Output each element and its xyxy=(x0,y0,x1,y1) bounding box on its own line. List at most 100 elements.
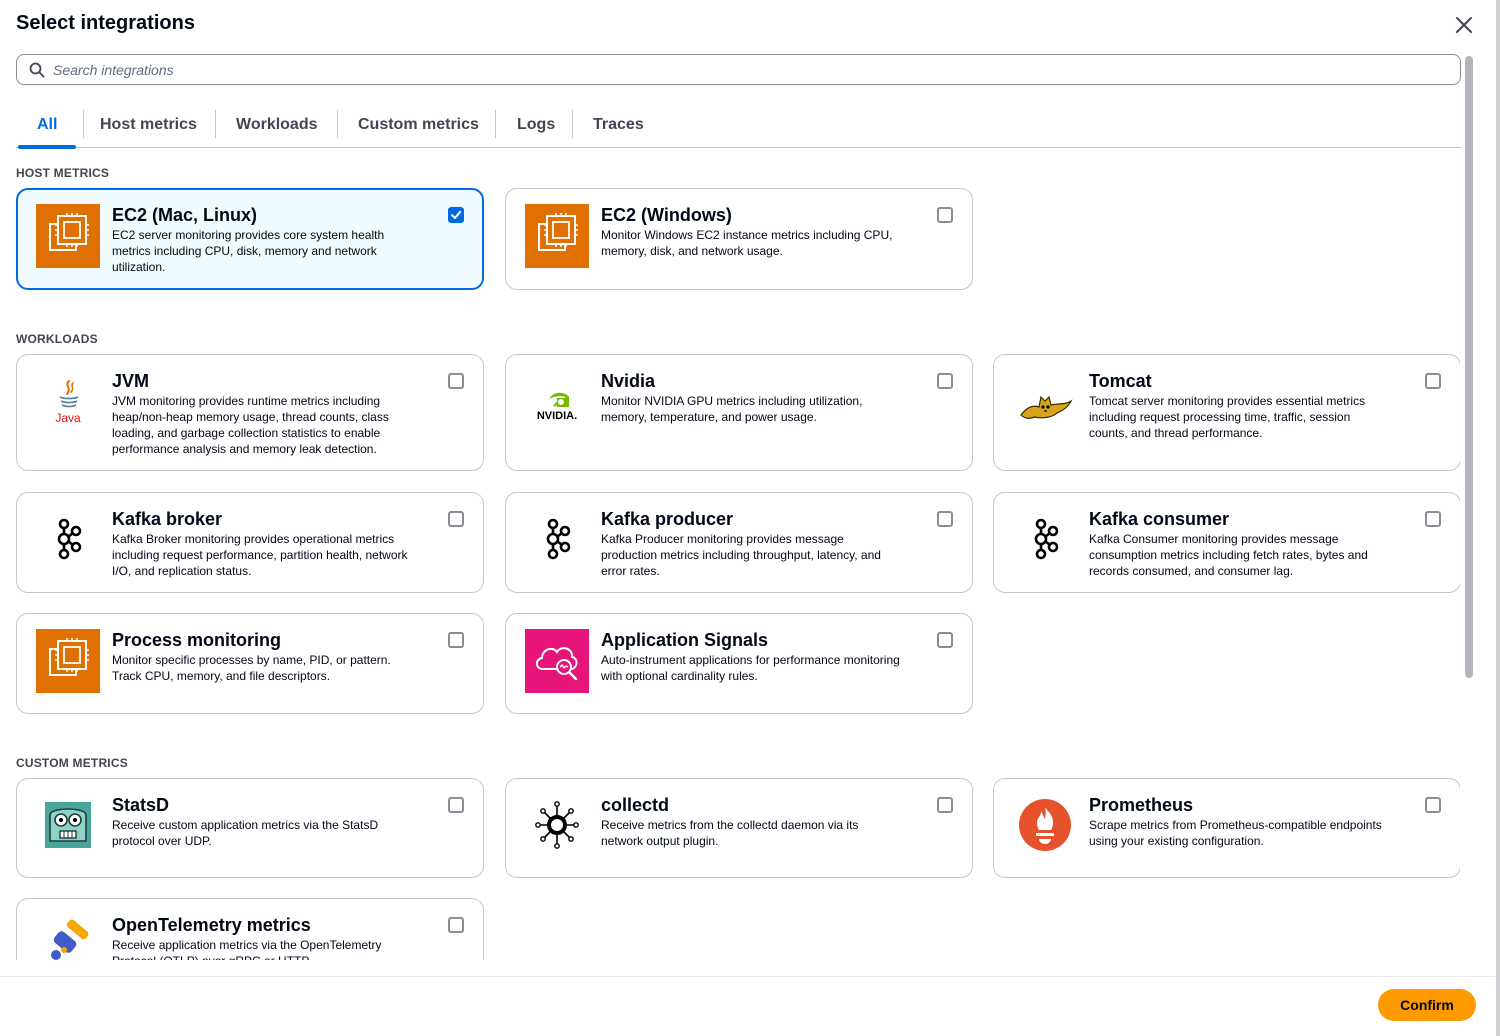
card-title: Kafka consumer xyxy=(1089,509,1230,529)
kafka-logo-icon xyxy=(36,507,100,571)
card-checkbox[interactable] xyxy=(448,207,464,223)
modal-title: Select integrations xyxy=(16,12,195,34)
tab-logs[interactable]: Logs xyxy=(496,103,576,147)
card-checkbox[interactable] xyxy=(448,632,464,648)
collectd-logo-icon xyxy=(525,793,589,857)
opentelemetry-logo-icon xyxy=(36,913,100,960)
card-description: JVM monitoring provides runtime metrics … xyxy=(112,394,389,456)
integration-card-kafka-consumer[interactable]: Kafka consumer Kafka Consumer monitoring… xyxy=(993,492,1460,593)
integration-card-tomcat[interactable]: Tomcat Tomcat server monitoring provides… xyxy=(993,354,1460,471)
svg-text:Java: Java xyxy=(55,411,81,425)
card-description: Auto-instrument applications for perform… xyxy=(601,653,900,683)
card-description: Receive metrics from the collectd daemon… xyxy=(601,818,859,848)
integration-card-kafka-producer[interactable]: Kafka producer Kafka Producer monitoring… xyxy=(505,492,973,593)
card-title: Nvidia xyxy=(601,371,656,391)
ec2-chip-icon xyxy=(36,204,100,268)
close-button[interactable] xyxy=(1451,12,1477,38)
card-title: Application Signals xyxy=(601,630,769,650)
modal-header: Select integrations xyxy=(0,0,1500,50)
select-integrations-modal: Select integrations All Host metrics Wor… xyxy=(0,0,1500,1036)
tab-label: Custom metrics xyxy=(358,116,479,133)
tab-traces[interactable]: Traces xyxy=(572,103,665,147)
card-checkbox[interactable] xyxy=(937,797,953,813)
tab-label: All xyxy=(37,116,58,133)
card-title: OpenTelemetry metrics xyxy=(112,915,311,935)
section-label-host-metrics: HOST METRICS xyxy=(16,166,110,180)
integration-card-jvm[interactable]: Java JVM JVM monitoring provides runtime… xyxy=(16,354,484,471)
card-checkbox[interactable] xyxy=(937,511,953,527)
tab-label: Host metrics xyxy=(100,116,197,133)
tab-label: Traces xyxy=(593,116,644,133)
window-edge xyxy=(1496,0,1500,1036)
integrations-list[interactable]: HOST METRICS EC2 (Mac, Linux) EC2 server… xyxy=(0,148,1460,960)
application-signals-icon xyxy=(525,629,589,693)
search-field[interactable] xyxy=(16,54,1461,85)
card-description: Monitor NVIDIA GPU metrics including uti… xyxy=(601,394,863,424)
tab-all[interactable]: All xyxy=(16,103,78,149)
card-description: Scrape metrics from Prometheus-compatibl… xyxy=(1089,818,1382,848)
search-input[interactable] xyxy=(53,58,1443,82)
integration-card-process-monitoring[interactable]: Process monitoring Monitor specific proc… xyxy=(16,613,484,714)
tab-host-metrics[interactable]: Host metrics xyxy=(79,103,218,147)
card-description: Monitor Windows EC2 instance metrics inc… xyxy=(601,228,893,258)
card-checkbox[interactable] xyxy=(448,373,464,389)
nvidia-logo-icon: NVIDIA. xyxy=(525,371,589,435)
java-logo-icon: Java xyxy=(36,371,100,435)
checkmark-icon xyxy=(451,210,462,219)
integration-card-statsd[interactable]: StatsD Receive custom application metric… xyxy=(16,778,484,878)
close-icon xyxy=(1456,17,1472,33)
integration-card-ec2-windows[interactable]: EC2 (Windows) Monitor Windows EC2 instan… xyxy=(505,188,973,290)
card-checkbox[interactable] xyxy=(1425,797,1441,813)
tab-custom-metrics[interactable]: Custom metrics xyxy=(337,103,500,147)
card-description: Tomcat server monitoring provides essent… xyxy=(1089,394,1366,440)
tab-label: Logs xyxy=(517,116,556,133)
card-title: collectd xyxy=(601,795,670,815)
integration-card-nvidia[interactable]: NVIDIA. Nvidia Monitor NVIDIA GPU metric… xyxy=(505,354,973,471)
integration-card-collectd[interactable]: collectd Receive metrics from the collec… xyxy=(505,778,973,878)
card-description: Monitor specific processes by name, PID,… xyxy=(112,653,391,683)
card-checkbox[interactable] xyxy=(1425,373,1441,389)
card-checkbox[interactable] xyxy=(448,511,464,527)
card-checkbox[interactable] xyxy=(448,797,464,813)
card-title: Kafka broker xyxy=(112,509,223,529)
tab-workloads[interactable]: Workloads xyxy=(215,103,339,147)
card-title: Kafka producer xyxy=(601,509,734,529)
card-description: EC2 server monitoring provides core syst… xyxy=(112,228,385,274)
card-description: Receive application metrics via the Open… xyxy=(112,938,382,960)
card-description: Kafka Producer monitoring provides messa… xyxy=(601,532,881,578)
card-title: JVM xyxy=(112,371,150,391)
card-title: EC2 (Windows) xyxy=(601,205,732,225)
search-icon xyxy=(29,62,45,78)
card-description: Kafka Consumer monitoring provides messa… xyxy=(1089,532,1368,578)
card-checkbox[interactable] xyxy=(1425,511,1441,527)
card-description: Receive custom application metrics via t… xyxy=(112,818,379,848)
prometheus-logo-icon xyxy=(1013,793,1077,857)
scrollbar-thumb[interactable] xyxy=(1465,56,1473,678)
card-title: StatsD xyxy=(112,795,170,815)
card-checkbox[interactable] xyxy=(937,632,953,648)
card-title: EC2 (Mac, Linux) xyxy=(112,205,258,225)
tomcat-logo-icon xyxy=(1013,371,1077,435)
ec2-chip-icon xyxy=(36,629,100,693)
ec2-chip-icon xyxy=(525,204,589,268)
integration-card-opentelemetry-metrics[interactable]: OpenTelemetry metrics Receive applicatio… xyxy=(16,898,484,960)
card-checkbox[interactable] xyxy=(448,917,464,933)
category-tabs: All Host metrics Workloads Custom metric… xyxy=(16,103,1461,149)
integration-card-prometheus[interactable]: Prometheus Scrape metrics from Prometheu… xyxy=(993,778,1460,878)
svg-text:NVIDIA.: NVIDIA. xyxy=(537,410,577,422)
tab-label: Workloads xyxy=(236,116,318,133)
integration-card-kafka-broker[interactable]: Kafka broker Kafka Broker monitoring pro… xyxy=(16,492,484,593)
statsd-logo-icon xyxy=(36,793,100,857)
section-label-custom-metrics: CUSTOM METRICS xyxy=(16,756,128,770)
card-title: Process monitoring xyxy=(112,630,282,650)
kafka-logo-icon xyxy=(1013,507,1077,571)
card-checkbox[interactable] xyxy=(937,373,953,389)
card-title: Prometheus xyxy=(1089,795,1194,815)
integration-card-ec2-linux[interactable]: EC2 (Mac, Linux) EC2 server monitoring p… xyxy=(16,188,484,290)
section-label-workloads: WORKLOADS xyxy=(16,332,98,346)
confirm-button[interactable]: Confirm xyxy=(1378,989,1476,1021)
card-description: Kafka Broker monitoring provides operati… xyxy=(112,532,408,578)
integration-card-application-signals[interactable]: Application Signals Auto-instrument appl… xyxy=(505,613,973,714)
card-checkbox[interactable] xyxy=(937,207,953,223)
card-title: Tomcat xyxy=(1089,371,1152,391)
